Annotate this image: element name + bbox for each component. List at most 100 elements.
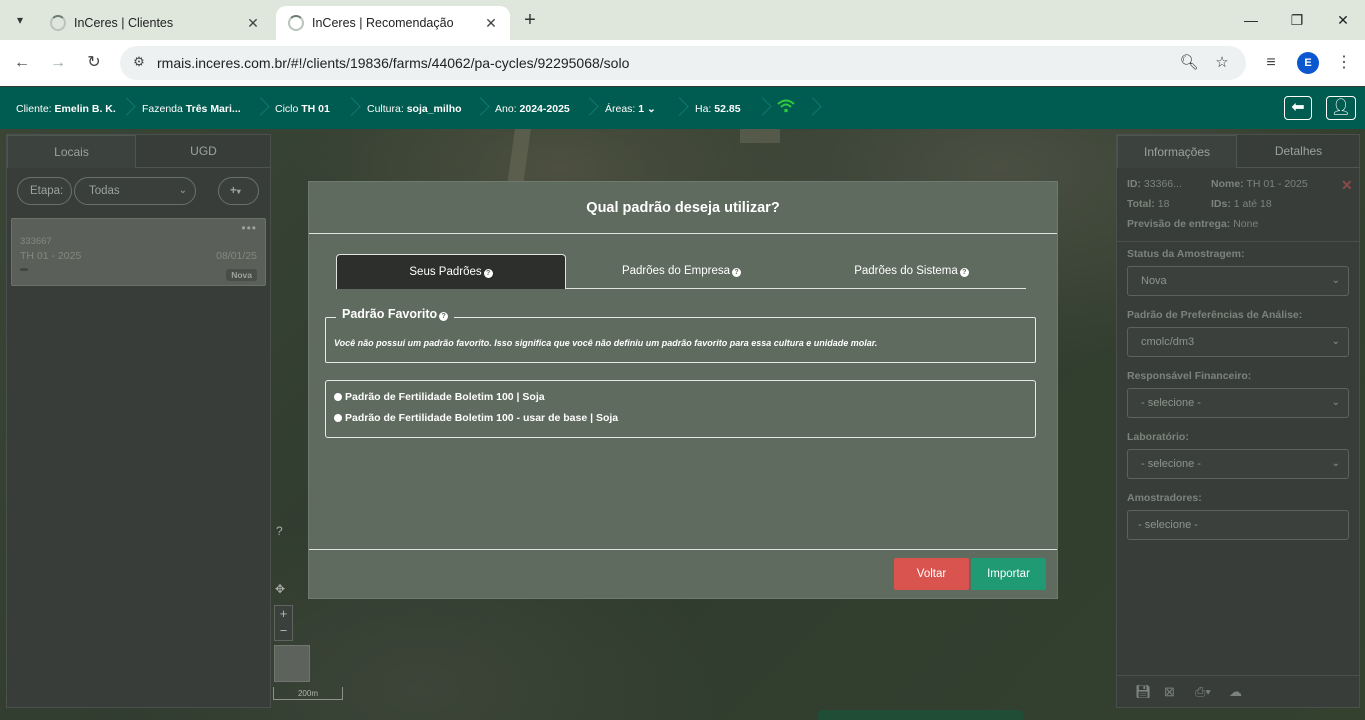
save-icon[interactable]: 💾︎ — [1135, 684, 1152, 700]
progress-bar — [20, 268, 28, 271]
help-icon[interactable]: ? — [483, 269, 493, 278]
export-dropdown-icon[interactable]: ⎙▾ — [1195, 684, 1211, 700]
help-icon[interactable]: ? — [732, 268, 742, 277]
zoom-control: + − — [274, 605, 293, 641]
menu-kebab-icon[interactable]: ⋮ — [1331, 50, 1357, 76]
browser-tab-clientes[interactable]: InCeres | Clientes ✕ — [38, 6, 272, 40]
close-icon[interactable]: ✕ — [482, 15, 500, 32]
layer-switcher[interactable] — [274, 645, 310, 682]
media-control-icon[interactable]: ≡ — [1258, 50, 1284, 76]
breadcrumb-separator — [673, 97, 683, 119]
minimize-button[interactable]: — — [1228, 8, 1274, 32]
info-id: ID: 33366... — [1127, 178, 1182, 190]
breadcrumb-separator — [474, 97, 484, 119]
help-icon[interactable]: ? — [276, 524, 283, 538]
chevron-down-icon: ⌄ — [1331, 397, 1340, 408]
address-bar[interactable]: ⚙ rmais.inceres.com.br/#!/clients/19836/… — [120, 46, 1246, 80]
back-button[interactable]: ← — [9, 50, 35, 76]
map-scale: 200m — [273, 687, 343, 700]
breadcrumb-separator — [120, 97, 130, 119]
favorite-legend: Padrão Favorito? — [336, 307, 455, 321]
close-icon[interactable]: ✕ — [1341, 177, 1353, 194]
map-building — [740, 129, 780, 143]
status-label: Status da Amostragem: — [1127, 248, 1245, 260]
pattern-option[interactable]: Padrão de Fertilidade Boletim 100 | Soja — [334, 391, 545, 403]
voltar-button[interactable]: Voltar — [894, 558, 969, 590]
excel-icon[interactable]: ⊠ — [1164, 684, 1175, 700]
tab-seus-padroes[interactable]: Seus Padrões? — [336, 254, 566, 289]
info-previsao: Previsão de entrega: None — [1127, 218, 1259, 230]
breadcrumb-ha: Ha: 52.85 — [695, 103, 741, 115]
breadcrumb-separator — [345, 97, 355, 119]
list-item[interactable]: ••• 333667 TH 01 - 2025 08/01/25 Nova — [11, 218, 266, 286]
card-name: TH 01 - 2025 — [20, 250, 82, 262]
status-badge: Nova — [226, 269, 257, 281]
divider — [309, 549, 1057, 550]
tab-detalhes[interactable]: Detalhes — [1237, 135, 1360, 168]
divider — [1117, 241, 1360, 242]
amostradores-input[interactable]: - selecione - — [1127, 510, 1349, 540]
profile-avatar[interactable]: E — [1297, 52, 1319, 74]
padrao-label: Padrão de Preferências de Análise: — [1127, 309, 1303, 321]
bottom-drawer-handle[interactable] — [818, 710, 1023, 720]
zoom-in-button[interactable]: + — [275, 606, 292, 623]
bookmark-star-icon[interactable]: ☆ — [1211, 53, 1233, 75]
radio-button[interactable] — [334, 393, 342, 401]
restore-button[interactable]: ❐ — [1274, 8, 1320, 32]
help-icon[interactable]: ? — [439, 312, 449, 321]
chevron-down-icon: ⌄ — [644, 103, 656, 115]
importar-button[interactable]: Importar — [971, 558, 1046, 590]
info-total: Total: 18 — [1127, 198, 1170, 210]
tab-padroes-sistema[interactable]: Padrões do Sistema? — [797, 254, 1026, 289]
breadcrumb-ano[interactable]: Ano: 2024-2025 — [495, 103, 570, 115]
card-id: 333667 — [20, 236, 52, 247]
etapa-value: Todas — [89, 185, 120, 197]
info-nome: Nome: TH 01 - 2025 — [1211, 178, 1308, 190]
breadcrumb-cliente[interactable]: Cliente: Emelin B. K. — [16, 103, 116, 115]
breadcrumb-fazenda[interactable]: Fazenda Três Mari... — [142, 103, 241, 115]
favorite-fieldset: Padrão Favorito? Você não possui um padr… — [325, 307, 1036, 363]
browser-tab-recomendacao[interactable]: InCeres | Recomendação ✕ — [276, 6, 510, 40]
browser-toolbar: ← → ↻ ⚙ rmais.inceres.com.br/#!/clients/… — [0, 40, 1365, 86]
breadcrumb-separator — [254, 97, 264, 119]
tab-title: InCeres | Recomendação — [312, 16, 454, 30]
forward-button[interactable]: → — [45, 50, 71, 76]
tab-ugd[interactable]: UGD — [136, 135, 271, 168]
site-info-icon[interactable]: ⚙ — [130, 54, 148, 72]
wifi-icon — [777, 99, 795, 113]
tab-search-button[interactable]: ▾ — [6, 6, 34, 34]
more-options-icon[interactable]: ••• — [241, 221, 257, 235]
back-arrow-button[interactable]: ⬅ — [1284, 96, 1312, 120]
laboratorio-select[interactable]: - selecione - ⌄ — [1127, 449, 1349, 479]
zoom-out-button[interactable]: − — [275, 623, 292, 640]
responsavel-select[interactable]: - selecione - ⌄ — [1127, 388, 1349, 418]
status-select[interactable]: Nova ⌄ — [1127, 266, 1349, 296]
amostradores-label: Amostradores: — [1127, 492, 1202, 504]
close-icon[interactable]: ✕ — [244, 15, 262, 32]
help-icon[interactable]: ? — [959, 268, 969, 277]
breadcrumb-cultura[interactable]: Cultura: soja_milho — [367, 103, 462, 115]
radio-button[interactable] — [334, 414, 342, 422]
pattern-option[interactable]: Padrão de Fertilidade Boletim 100 - usar… — [334, 412, 618, 424]
tab-padroes-empresa[interactable]: Padrões do Empresa? — [566, 254, 797, 289]
browser-tabstrip: ▾ InCeres | Clientes ✕ InCeres | Recomen… — [0, 0, 1365, 40]
user-profile-button[interactable]: 👤︎ — [1326, 96, 1356, 120]
cloud-upload-icon[interactable]: ☁ — [1229, 684, 1242, 700]
new-tab-button[interactable]: + — [518, 8, 542, 32]
url-text[interactable]: rmais.inceres.com.br/#!/clients/19836/fa… — [157, 55, 629, 71]
reload-button[interactable]: ↻ — [81, 50, 107, 76]
close-window-button[interactable]: ✕ — [1320, 8, 1365, 32]
zoom-icon[interactable]: 🔍︎ — [1178, 53, 1200, 75]
breadcrumb-ciclo[interactable]: Ciclo TH 01 — [275, 103, 330, 115]
padrao-select[interactable]: cmolc/dm3 ⌄ — [1127, 327, 1349, 357]
etapa-select[interactable]: Todas ⌄ — [74, 177, 196, 205]
right-panel: Informações Detalhes ID: 33366... Nome: … — [1116, 134, 1360, 708]
left-panel: Locais UGD Etapa: Todas ⌄ +▾ ••• 333667 … — [6, 134, 271, 708]
loading-icon — [50, 15, 66, 31]
add-dropdown-button[interactable]: +▾ — [218, 177, 259, 205]
move-icon[interactable]: ✥ — [275, 582, 285, 596]
favorite-message: Você não possui um padrão favorito. Isso… — [334, 338, 878, 348]
tab-locais[interactable]: Locais — [7, 135, 136, 168]
tab-informacoes[interactable]: Informações — [1117, 135, 1237, 168]
breadcrumb-areas[interactable]: Áreas: 1 ⌄ — [605, 103, 656, 115]
